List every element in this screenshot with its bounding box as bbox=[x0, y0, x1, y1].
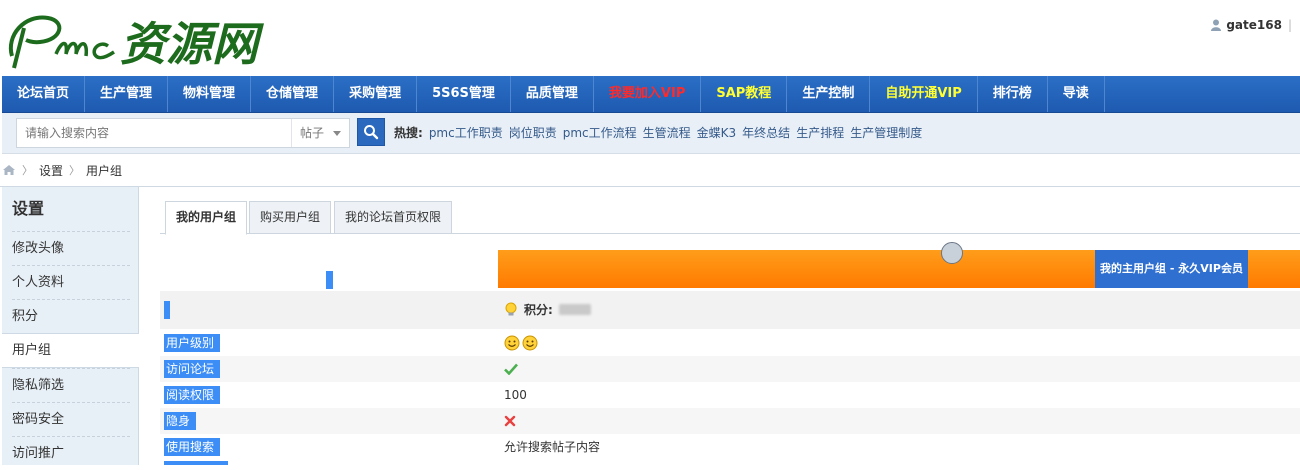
smiley-icon bbox=[504, 335, 520, 351]
nav-item-rankings[interactable]: 排行榜 bbox=[978, 76, 1048, 112]
username[interactable]: gate168 bbox=[1226, 18, 1282, 32]
credits-display: 积分: bbox=[504, 301, 591, 318]
credits-row: 积分: bbox=[160, 291, 1300, 329]
home-icon[interactable] bbox=[2, 164, 16, 176]
sidebar-item-usergroup[interactable]: 用户组 bbox=[2, 333, 139, 368]
sidebar-item-password[interactable]: 密码安全 bbox=[12, 402, 130, 436]
hot-search: 热搜: pmc工作职责 岗位职责 pmc工作流程 生管流程 金蝶K3 年终总结 … bbox=[394, 113, 922, 153]
permission-value: 允许搜索帖子内容 bbox=[504, 440, 601, 454]
lightbulb-icon bbox=[505, 302, 517, 315]
permission-label: 使用搜索 bbox=[164, 438, 221, 456]
user-menu[interactable]: gate168 | bbox=[1210, 18, 1292, 32]
hot-link[interactable]: pmc工作流程 bbox=[563, 113, 637, 153]
nav-item-guide[interactable]: 导读 bbox=[1048, 76, 1105, 112]
hot-link[interactable]: 金蝶K3 bbox=[697, 113, 737, 153]
smiley-icon bbox=[522, 335, 538, 351]
nav-item-quality-management[interactable]: 品质管理 bbox=[511, 76, 594, 112]
sidebar-item-privacy[interactable]: 隐私筛选 bbox=[12, 368, 130, 402]
row-marker bbox=[164, 301, 170, 319]
sidebar-item-credits[interactable]: 积分 bbox=[12, 299, 130, 333]
svg-text:资源网: 资源网 bbox=[120, 17, 264, 71]
credits-value-blurred bbox=[558, 304, 591, 315]
search-bar: 帖子 热搜: pmc工作职责 岗位职责 pmc工作流程 生管流程 金蝶K3 年终… bbox=[2, 113, 1300, 154]
tab-bar: 我的用户组 购买用户组 我的论坛首页权限 bbox=[160, 201, 1300, 235]
main-nav: 论坛首页 生产管理 物料管理 仓储管理 采购管理 5S6S管理 品质管理 我要加… bbox=[2, 76, 1300, 113]
sidebar-title: 设置 bbox=[12, 199, 45, 218]
nav-item-sap-tutorial[interactable]: SAP教程 bbox=[701, 76, 788, 112]
permission-value bbox=[504, 330, 538, 356]
permission-row: 阅读权限 100 bbox=[160, 382, 1300, 408]
search-box: 帖子 bbox=[16, 118, 350, 148]
search-icon bbox=[364, 125, 379, 140]
nav-item-self-service-vip[interactable]: 自助开通VIP bbox=[870, 76, 978, 112]
column-marker bbox=[326, 271, 333, 289]
permission-label: 用户级别 bbox=[164, 334, 221, 352]
cross-icon bbox=[504, 415, 516, 427]
site-logo[interactable]: 资源网 bbox=[4, 6, 294, 72]
permission-label: 隐身 bbox=[164, 412, 197, 430]
chevron-down-icon bbox=[333, 131, 341, 136]
nav-item-warehouse-management[interactable]: 仓储管理 bbox=[251, 76, 335, 112]
nav-item-join-vip[interactable]: 我要加入VIP bbox=[594, 76, 702, 112]
permission-value: 100 bbox=[504, 388, 527, 402]
search-type-select[interactable]: 帖子 bbox=[291, 119, 349, 147]
nav-item-production-control[interactable]: 生产控制 bbox=[787, 76, 871, 112]
sidebar-item-profile[interactable]: 个人资料 bbox=[12, 265, 130, 299]
user-icon bbox=[1211, 19, 1222, 31]
hot-search-label: 热搜: bbox=[394, 126, 423, 140]
permission-row: 用户级别 bbox=[160, 330, 1300, 356]
breadcrumb-item-settings[interactable]: 设置 bbox=[39, 162, 63, 179]
hot-link[interactable]: 生管流程 bbox=[643, 113, 691, 153]
nav-item-purchasing-management[interactable]: 采购管理 bbox=[334, 76, 418, 112]
permission-value bbox=[504, 408, 516, 434]
nav-item-forum-home[interactable]: 论坛首页 bbox=[2, 76, 86, 112]
search-input[interactable] bbox=[17, 119, 303, 147]
chevron-right-icon: 〉 bbox=[69, 164, 81, 177]
nav-item-material-management[interactable]: 物料管理 bbox=[168, 76, 252, 112]
sidebar-item-avatar[interactable]: 修改头像 bbox=[12, 231, 130, 265]
hot-link[interactable]: 生产排程 bbox=[796, 113, 844, 153]
chevron-right-icon: 〉 bbox=[22, 164, 33, 177]
permission-row: 使用搜索 允许搜索帖子内容 bbox=[160, 434, 1300, 460]
divider bbox=[0, 186, 1300, 187]
nav-item-5s6s-management[interactable]: 5S6S管理 bbox=[417, 76, 511, 112]
row-marker bbox=[164, 461, 228, 465]
permission-value bbox=[504, 356, 518, 382]
permission-label: 阅读权限 bbox=[164, 386, 221, 404]
search-type-label: 帖子 bbox=[300, 126, 325, 140]
scroll-handle[interactable] bbox=[941, 242, 963, 264]
tab-forum-home-permissions[interactable]: 我的论坛首页权限 bbox=[334, 201, 453, 234]
breadcrumb-item-usergroup[interactable]: 用户组 bbox=[86, 162, 122, 179]
tab-buy-usergroup[interactable]: 购买用户组 bbox=[249, 201, 332, 234]
nav-item-production-management[interactable]: 生产管理 bbox=[85, 76, 169, 112]
user-separator: | bbox=[1287, 18, 1292, 32]
hot-link[interactable]: pmc工作职责 bbox=[429, 113, 503, 153]
permission-label: 访问论坛 bbox=[164, 360, 221, 378]
logo-graphic: 资源网 bbox=[8, 15, 264, 71]
site-header: 资源网 gate168 | bbox=[0, 0, 1300, 76]
check-icon bbox=[504, 363, 518, 375]
permission-row: 访问论坛 bbox=[160, 356, 1300, 382]
search-button[interactable] bbox=[357, 118, 385, 146]
permission-row: 隐身 bbox=[160, 408, 1300, 434]
main-usergroup-title: 我的主用户组 - 永久VIP会员 bbox=[1095, 250, 1248, 288]
credits-label: 积分: bbox=[524, 303, 553, 317]
hot-link[interactable]: 生产管理制度 bbox=[850, 113, 922, 153]
breadcrumb: 〉 设置 〉 用户组 bbox=[2, 160, 122, 180]
tab-my-usergroup[interactable]: 我的用户组 bbox=[165, 201, 248, 235]
hot-link[interactable]: 年终总结 bbox=[742, 113, 790, 153]
settings-sidebar: 设置 修改头像 个人资料 积分 用户组 隐私筛选 密码安全 访问推广 bbox=[2, 187, 139, 465]
hot-link[interactable]: 岗位职责 bbox=[509, 113, 557, 153]
